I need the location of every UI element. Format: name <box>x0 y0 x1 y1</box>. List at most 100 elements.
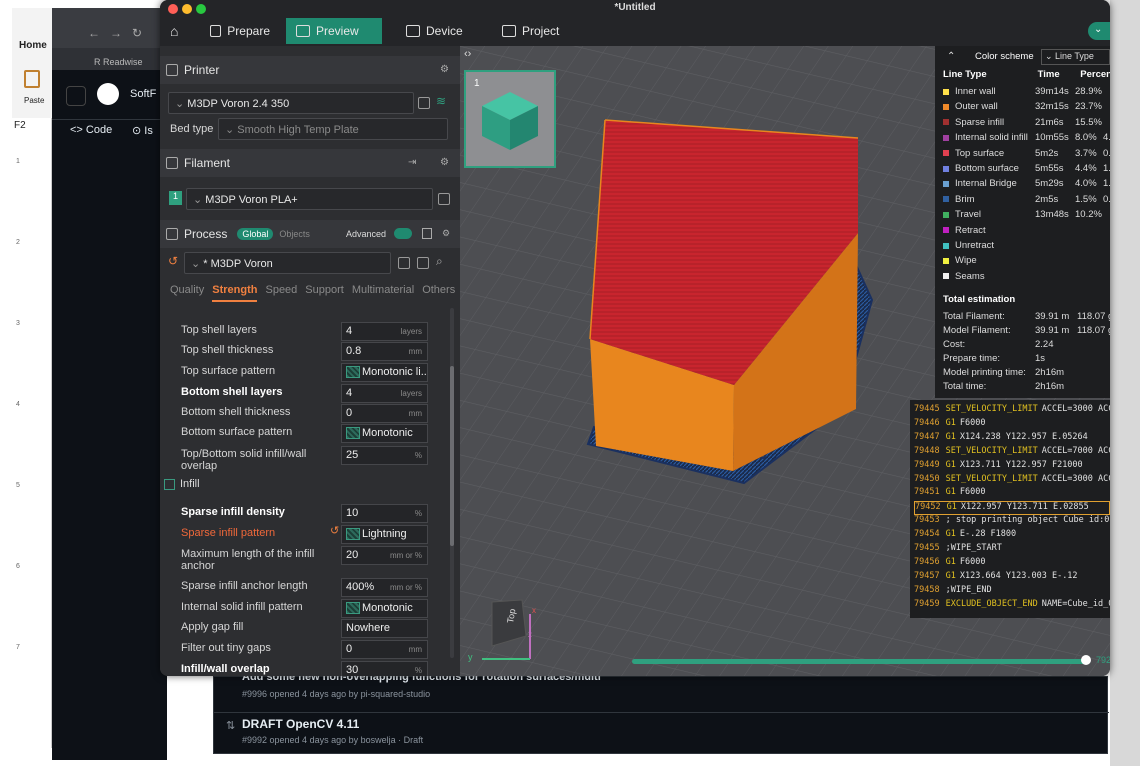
legend-row[interactable]: Internal solid infill10m55s8.0%4.39 r <box>943 132 1110 143</box>
setting-value-input[interactable]: 0 mm <box>341 404 428 423</box>
global-toggle[interactable]: Global <box>237 228 274 240</box>
3d-viewport[interactable]: Top x z y ‹› 1 ⌃ Color scheme ⌄ Line Typ… <box>460 46 1110 676</box>
preset-options-icon[interactable] <box>417 257 429 269</box>
legend-row[interactable]: Wipe <box>943 255 1110 266</box>
gcode-line[interactable]: 79445SET_VELOCITY_LIMITACCEL=3000 ACCEL_… <box>914 404 1110 418</box>
wifi-icon[interactable]: ≋ <box>436 94 446 108</box>
printer-settings-icon[interactable]: ⚙ <box>440 64 449 75</box>
gcode-line[interactable]: 79449 G1 X123.711 Y122.957 F21000 <box>914 460 1110 474</box>
issues-tab[interactable]: ⊙ Is <box>132 124 153 137</box>
undo-icon[interactable]: ↺ <box>168 254 178 268</box>
pr-title[interactable]: DRAFT OpenCV 4.11 <box>242 717 359 731</box>
menu-icon[interactable] <box>66 86 86 106</box>
color-scheme-select[interactable]: ⌄ Line Type <box>1041 49 1110 65</box>
code-tab[interactable]: <> Code <box>70 124 112 136</box>
cell-name-box[interactable]: F2 <box>14 120 26 131</box>
setting-value-input[interactable]: 25% <box>341 446 428 465</box>
gcode-line[interactable]: 79450SET_VELOCITY_LIMITACCEL=3000 ACCEL_… <box>914 474 1110 488</box>
tab-strength[interactable]: Strength <box>212 284 258 302</box>
legend-row[interactable]: Travel 13m48s 10.2% <box>943 209 1110 220</box>
gcode-line[interactable]: 79457 G1 X123.664 Y123.003 E-.12 <box>914 571 1110 585</box>
setting-value-input[interactable]: 4 layers <box>341 322 428 341</box>
tab-quality[interactable]: Quality <box>170 284 204 302</box>
gcode-line[interactable]: 79448SET_VELOCITY_LIMITACCEL=7000 ACCEL_… <box>914 446 1110 460</box>
tab-device[interactable]: Device <box>396 18 476 44</box>
setting-value-input[interactable]: 30% <box>341 661 428 676</box>
reset-value-icon[interactable]: ↺ <box>330 524 339 537</box>
gcode-line[interactable]: 79458 ;WIPE_END <box>914 585 1110 599</box>
move-slider-handle[interactable] <box>1081 655 1091 665</box>
paste-icon[interactable] <box>24 70 40 88</box>
search-icon[interactable]: ⌕ <box>436 254 443 269</box>
setting-value-input[interactable]: 0 mm <box>341 640 428 659</box>
row-number[interactable]: 7 <box>12 644 24 651</box>
gcode-line[interactable]: 79455 ;WIPE_START <box>914 543 1110 557</box>
filament-settings-icon[interactable]: ⚙ <box>440 157 449 168</box>
row-number[interactable]: 4 <box>12 401 24 408</box>
gcode-line[interactable]: 79447 G1 X124.238 Y122.957 E.05264 <box>914 432 1110 446</box>
legend-row[interactable]: Brim2m5s1.5%0.28 r <box>943 194 1110 205</box>
gcode-viewer[interactable]: 79445SET_VELOCITY_LIMITACCEL=3000 ACCEL_… <box>910 400 1110 618</box>
save-preset-icon[interactable] <box>398 257 410 269</box>
gcode-line[interactable]: 79452 G1 X122.957 Y123.711 E.02855 <box>914 501 1110 516</box>
setting-value-input[interactable]: Nowhere <box>341 619 428 638</box>
reload-icon[interactable]: ↻ <box>132 26 142 40</box>
move-slider-track[interactable] <box>632 659 1090 664</box>
legend-row[interactable]: Outer wall 32m15s 23.7% <box>943 101 1110 112</box>
setting-value-input[interactable]: 20 mm or % <box>341 546 428 565</box>
tab-multimaterial[interactable]: Multimaterial <box>352 284 414 302</box>
setting-value-input[interactable]: 400% mm or % <box>341 578 428 597</box>
tab-preview[interactable]: Preview <box>286 18 382 44</box>
tab-prepare[interactable]: Prepare <box>200 18 280 44</box>
gcode-line[interactable]: 79459EXCLUDE_OBJECT_ENDNAME=Cube_id_0_c <box>914 599 1110 613</box>
objects-toggle[interactable]: Objects <box>279 229 310 239</box>
setting-value-input[interactable]: 4 layers <box>341 384 428 403</box>
legend-row[interactable]: Inner wall 39m14s 28.9% <box>943 86 1110 97</box>
setting-value-input[interactable]: Monotonic li... <box>341 363 428 382</box>
legend-row[interactable]: Bottom surface5m55s4.4%1.32 r <box>943 163 1110 174</box>
gcode-line[interactable]: 79451 G1 F6000 <box>914 487 1110 501</box>
bed-type-select[interactable]: ⌄ Smooth High Temp Plate <box>218 118 448 140</box>
plate-thumbnail[interactable]: 1 <box>464 70 556 168</box>
tab-others[interactable]: Others <box>422 284 455 302</box>
gcode-line[interactable]: 79456 G1 F6000 <box>914 557 1110 571</box>
collapse-legend-icon[interactable]: ⌃ <box>947 51 955 62</box>
row-number[interactable]: 1 <box>12 158 24 165</box>
legend-row[interactable]: Unretract <box>943 240 1110 251</box>
legend-row[interactable]: Internal Bridge5m29s4.0%1.14 r <box>943 178 1110 189</box>
legend-row[interactable]: Top surface5m2s3.7%0.96 r <box>943 148 1110 159</box>
legend-row[interactable]: Sparse infill 21m6s 15.5% <box>943 117 1110 128</box>
account-toggle[interactable]: ⌄ <box>1088 22 1110 40</box>
legend-row[interactable]: Seams <box>943 271 1110 282</box>
home-button[interactable]: ⌂ <box>160 18 190 44</box>
repo-name[interactable]: SoftF <box>130 88 156 100</box>
tab-project[interactable]: Project <box>492 18 572 44</box>
compare-icon[interactable] <box>422 228 432 239</box>
row-number[interactable]: 2 <box>12 239 24 246</box>
tab-support[interactable]: Support <box>305 284 344 302</box>
setting-value-input[interactable]: 10% <box>341 504 428 523</box>
process-more-icon[interactable]: ⚙ <box>442 228 450 239</box>
pr-row[interactable]: Add some new non-overlapping functions f… <box>214 671 1109 713</box>
back-icon[interactable]: ← <box>88 26 100 40</box>
excel-home-tab[interactable]: Home <box>19 40 47 51</box>
row-number[interactable]: 6 <box>12 563 24 570</box>
edit-filament-icon[interactable] <box>438 193 450 205</box>
collapse-panel-icon[interactable]: ‹› <box>464 48 471 60</box>
filament-select[interactable]: ⌄ M3DP Voron PLA+ <box>186 188 433 210</box>
row-number[interactable]: 3 <box>12 320 24 327</box>
settings-scrollbar-thumb[interactable] <box>450 366 454 546</box>
pr-row[interactable]: ⇅ DRAFT OpenCV 4.11 #9992 opened 4 days … <box>214 713 1109 749</box>
gcode-line[interactable]: 79453; stop printing object Cube id:0 co… <box>914 515 1110 529</box>
readwise-bookmark[interactable]: R Readwise <box>94 57 143 67</box>
setting-value-input[interactable]: 0.8 mm <box>341 342 428 361</box>
gcode-line[interactable]: 79454 G1 E-.28 F1800 <box>914 529 1110 543</box>
filament-section-header[interactable]: Filament ⇥ ⚙ <box>160 149 460 177</box>
gcode-line[interactable]: 79446 G1 F6000 <box>914 418 1110 432</box>
setting-value-input[interactable]: Lightning <box>341 525 428 544</box>
forward-icon[interactable]: → <box>110 26 122 40</box>
setting-value-input[interactable]: Monotonic <box>341 599 428 618</box>
filament-sync-icon[interactable]: ⇥ <box>408 157 416 168</box>
printer-section-header[interactable]: Printer ⚙ <box>160 56 460 84</box>
edit-printer-icon[interactable] <box>418 97 430 109</box>
